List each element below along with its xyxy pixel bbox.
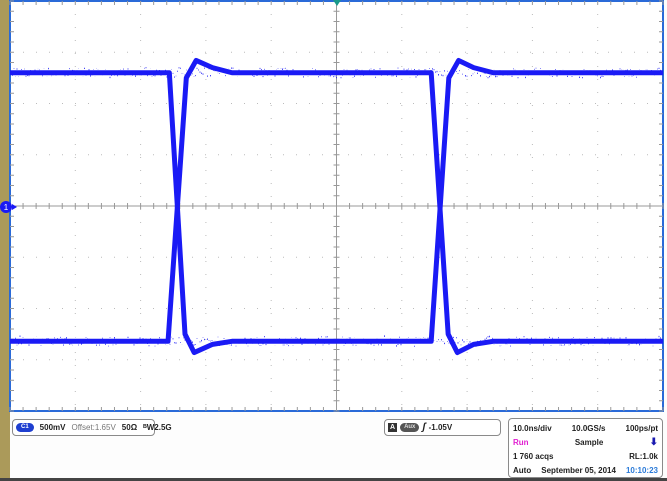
time-per-div: 10.0ns/div <box>513 424 552 433</box>
trigger-level: -1.05V <box>429 423 453 432</box>
resolution: 100ps/pt <box>626 424 658 433</box>
timebase-readout[interactable]: 10.0ns/div 10.0GS/s 100ps/pt Run Sample ⬇ 1 … <box>508 418 663 478</box>
channel-badge: C1 <box>16 423 34 432</box>
acquisition-state: Run <box>513 438 529 447</box>
waveform-display: 1 <box>0 0 667 414</box>
trigger-source: Aux <box>400 423 419 432</box>
trigger-label: A <box>388 423 397 432</box>
channel-impedance: 50Ω <box>122 423 137 432</box>
channel-bandwidth: ᴮW2.5G <box>143 423 172 432</box>
channel-readout[interactable]: C1 500mV Offset:1.65V 50Ω ᴮW2.5G <box>12 419 155 436</box>
bandwidth-limit-icon: ᴮW <box>143 423 154 432</box>
date: September 05, 2014 <box>541 466 616 475</box>
trigger-readout[interactable]: A Aux ʃ -1.05V <box>384 419 501 436</box>
trigger-mode: Auto <box>513 466 531 475</box>
trigger-arrow-icon: ⬇ <box>650 437 658 448</box>
record-length: RL:1.0k <box>629 452 658 461</box>
channel-scale: 500mV <box>40 423 66 432</box>
acquisition-count: 1 760 acqs <box>513 452 553 461</box>
rising-edge-icon: ʃ <box>422 422 425 433</box>
acquisition-mode: Sample <box>575 438 603 447</box>
channel-offset: Offset:1.65V <box>71 423 115 432</box>
sample-rate: 10.0GS/s <box>572 424 606 433</box>
time: 10:10:23 <box>626 466 658 475</box>
svg-text:1: 1 <box>4 203 9 212</box>
